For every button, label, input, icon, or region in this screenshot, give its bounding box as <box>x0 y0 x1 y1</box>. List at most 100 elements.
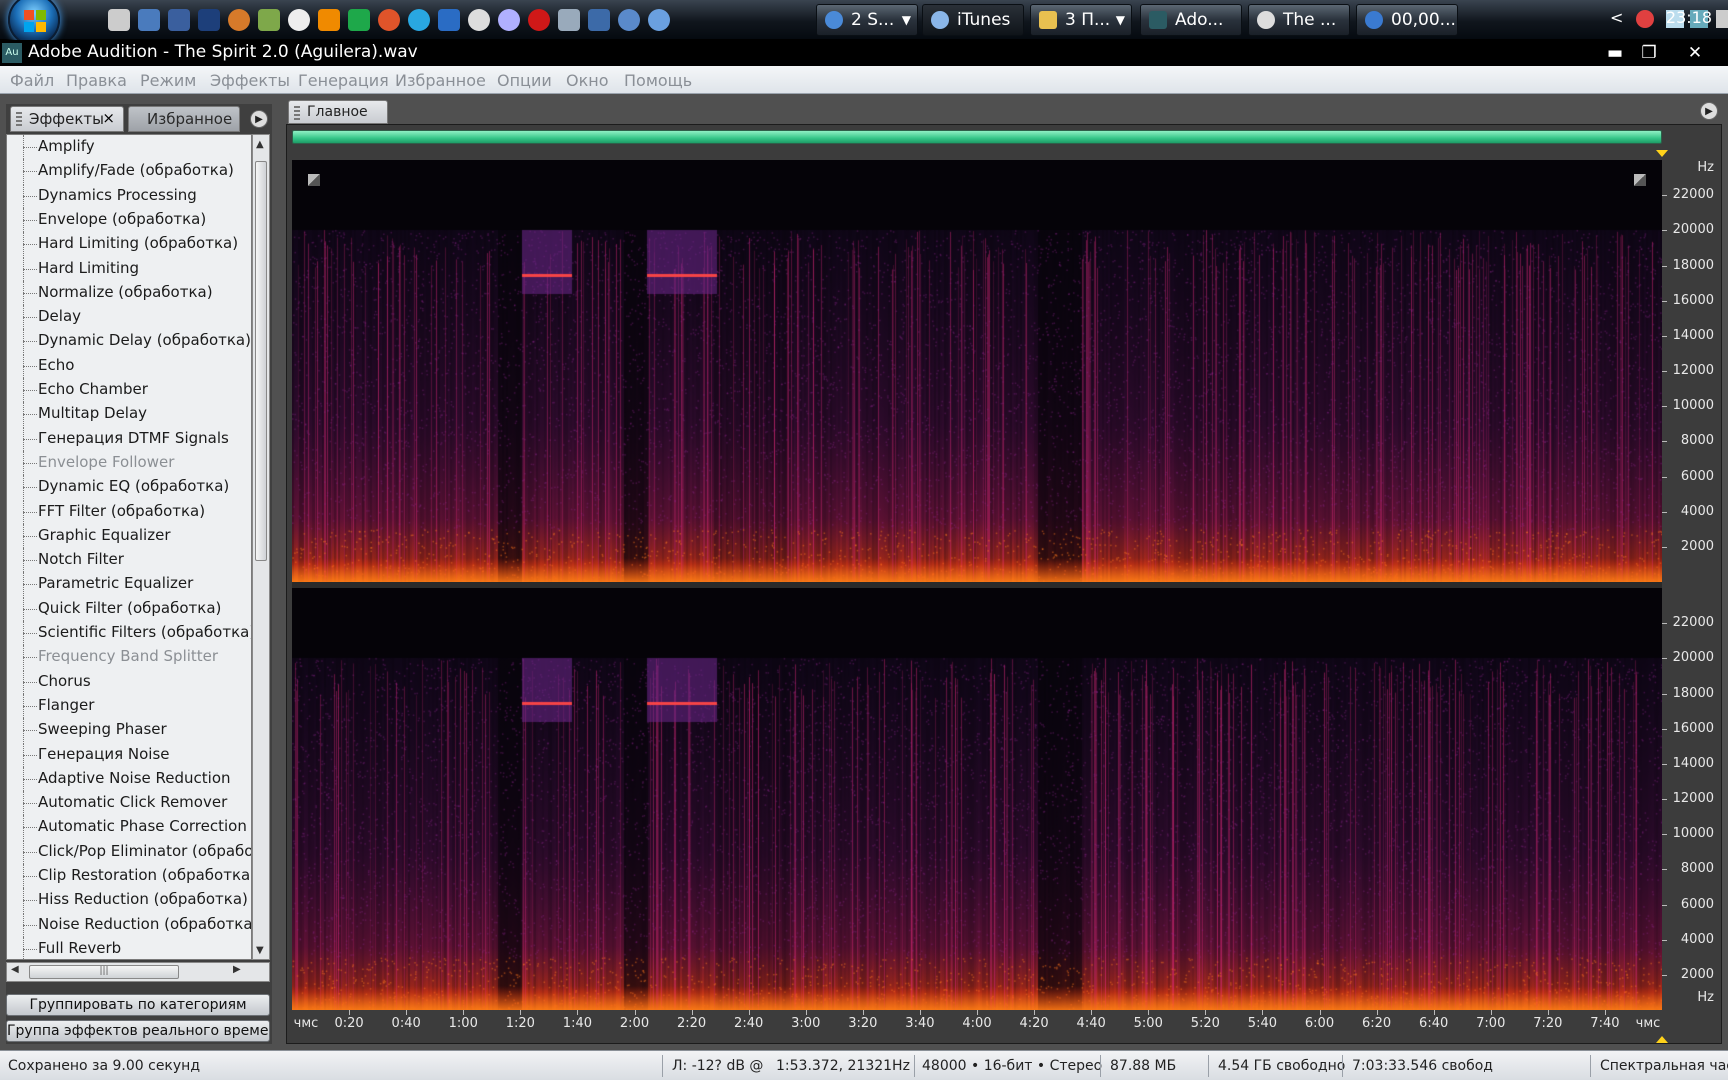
effect-item[interactable]: Notch Filter <box>7 548 251 573</box>
spectrogram-right-channel[interactable] <box>292 588 1662 1010</box>
effect-item[interactable]: Hard Limiting <box>7 256 251 281</box>
minimize-button[interactable]: ▬ <box>1600 42 1630 64</box>
menu-edit[interactable]: Правка <box>66 71 127 90</box>
effect-item[interactable]: Graphic Equalizer <box>7 523 251 548</box>
effect-item[interactable]: Envelope Follower <box>7 450 251 475</box>
effect-item[interactable]: Dynamic Delay (обработка) <box>7 329 251 354</box>
effect-item[interactable]: Noise Reduction (обработка) <box>7 912 251 937</box>
effect-item[interactable]: Echo Chamber <box>7 378 251 402</box>
overview-bar[interactable] <box>292 130 1662 144</box>
effect-item[interactable]: Multitap Delay <box>7 402 251 427</box>
group-by-category-button[interactable]: Группировать по категориям <box>6 994 270 1016</box>
menu-effects[interactable]: Эффекты <box>210 71 290 90</box>
spectrogram-left-channel[interactable] <box>292 160 1662 582</box>
effect-item[interactable]: Amplify <box>7 135 251 159</box>
effect-item[interactable]: Normalize (обработка) <box>7 280 251 305</box>
tray-expand-icon[interactable]: < <box>1610 8 1628 27</box>
menu-help[interactable]: Помощь <box>624 71 692 90</box>
frequency-tick <box>1662 546 1667 548</box>
scroll-left-icon[interactable]: ◀ <box>11 964 19 975</box>
itunes-quicklaunch-icon[interactable] <box>648 9 670 31</box>
corner-handle-icon[interactable] <box>1634 174 1646 186</box>
effect-item[interactable]: Генерация Noise <box>7 742 251 767</box>
effect-item[interactable]: Hard Limiting (обработка) <box>7 232 251 257</box>
tab-favorites[interactable]: Избранное <box>128 106 240 132</box>
eac-icon[interactable] <box>468 9 490 31</box>
effect-item[interactable]: Frequency Band Splitter <box>7 645 251 670</box>
effect-item[interactable]: Генерация DTMF Signals <box>7 426 251 451</box>
quicklaunch-icon-16[interactable] <box>558 9 580 31</box>
tab-effects[interactable]: Эффекты × <box>10 106 124 132</box>
taskbar-button-itunes[interactable]: iTunes <box>922 4 1024 36</box>
quicklaunch-icon-10[interactable] <box>378 9 400 31</box>
menu-file[interactable]: Файл <box>10 71 54 90</box>
effect-item[interactable]: Clip Restoration (обработка) <box>7 864 251 888</box>
close-button[interactable]: ✕ <box>1680 42 1710 64</box>
effect-item[interactable]: Automatic Click Remover <box>7 791 251 816</box>
effect-item[interactable]: Quick Filter (обработка) <box>7 596 251 621</box>
close-icon[interactable]: × <box>102 109 115 127</box>
taskbar-button-audition[interactable]: Ado... <box>1140 4 1242 36</box>
audition-app-icon[interactable]: Au <box>2 43 22 63</box>
maximize-button[interactable]: ❐ <box>1634 42 1664 64</box>
menu-favorites[interactable]: Избранное <box>395 71 486 90</box>
quicklaunch-icon-14[interactable] <box>498 9 520 31</box>
panel-menu-arrow-icon[interactable]: ▶ <box>1700 102 1718 120</box>
effect-item[interactable]: Chorus <box>7 669 251 694</box>
scrollbar-thumb[interactable] <box>255 161 267 561</box>
effect-item[interactable]: Click/Pop Eliminator (обработка) <box>7 839 251 864</box>
effect-item[interactable]: Hiss Reduction (обработка) <box>7 888 251 913</box>
effect-item[interactable]: Delay <box>7 305 251 330</box>
effects-horizontal-scrollbar[interactable]: ◀ ||| ▶ <box>6 962 270 982</box>
scroll-right-icon[interactable]: ▶ <box>233 964 241 975</box>
quicklaunch-icon-5[interactable] <box>228 9 250 31</box>
skype-icon[interactable] <box>408 9 430 31</box>
effect-item[interactable]: Dynamic EQ (обработка) <box>7 475 251 500</box>
scroll-down-icon[interactable]: ▼ <box>256 945 264 956</box>
photoshop-icon[interactable] <box>198 9 220 31</box>
menu-options[interactable]: Опции <box>497 71 552 90</box>
effect-item[interactable]: Amplify/Fade (обработка) <box>7 159 251 184</box>
quicklaunch-icon-12[interactable] <box>438 9 460 31</box>
end-marker-icon[interactable] <box>1656 150 1668 157</box>
menu-window[interactable]: Окно <box>566 71 609 90</box>
effect-item[interactable]: Parametric Equalizer <box>7 572 251 597</box>
quicklaunch-icon-17[interactable] <box>588 9 610 31</box>
quicklaunch-icon-2[interactable] <box>138 9 160 31</box>
time-ruler[interactable]: чмс 0:20 0:40 1:00 1:20 1:40 2:00 2:20 2:40 3:00 3… <box>292 1010 1662 1040</box>
tab-main[interactable]: Главное <box>288 100 388 124</box>
effect-item[interactable]: Dynamics Processing <box>7 183 251 208</box>
volume-icon[interactable] <box>1716 10 1728 28</box>
taskbar-button-3[interactable]: 3 П... ▼ <box>1030 4 1132 36</box>
effects-vertical-scrollbar[interactable]: ▲ ▼ <box>252 134 270 960</box>
realtime-effects-group-button[interactable]: Группа эффектов реального времени <box>6 1020 270 1042</box>
quicklaunch-icon-18[interactable] <box>618 9 640 31</box>
taskbar-button-5[interactable]: The ... <box>1248 4 1350 36</box>
quicklaunch-icon-7[interactable] <box>288 9 310 31</box>
effect-item[interactable]: Envelope (обработка) <box>7 207 251 232</box>
corner-handle-icon[interactable] <box>308 174 320 186</box>
effect-item[interactable]: Adaptive Noise Reduction <box>7 766 251 791</box>
effect-item[interactable]: FFT Filter (обработка) <box>7 499 251 524</box>
scroll-up-icon[interactable]: ▲ <box>256 139 264 150</box>
panel-menu-arrow-icon[interactable]: ▶ <box>250 110 268 128</box>
menu-generate[interactable]: Генерация <box>298 71 389 90</box>
quicklaunch-icon-6[interactable] <box>258 9 280 31</box>
opera-icon[interactable] <box>528 9 550 31</box>
clock[interactable]: 23:18 <box>1666 8 1712 27</box>
tray-alert-icon[interactable] <box>1636 10 1654 28</box>
effect-item[interactable]: Automatic Phase Correction <box>7 815 251 840</box>
effect-item[interactable]: Full Reverb <box>7 936 251 959</box>
quicklaunch-icon-9[interactable] <box>348 9 370 31</box>
quicklaunch-icon-3[interactable] <box>168 9 190 31</box>
taskbar-button-1[interactable]: 2 S... ▼ <box>816 4 918 36</box>
end-marker-icon[interactable] <box>1656 1036 1668 1043</box>
effect-item[interactable]: Flanger <box>7 693 251 718</box>
menu-view[interactable]: Режим <box>140 71 196 90</box>
scrollbar-thumb[interactable]: ||| <box>29 965 179 979</box>
effect-item[interactable]: Sweeping Phaser <box>7 718 251 743</box>
vlc-icon[interactable] <box>318 9 340 31</box>
effect-item[interactable]: Echo <box>7 353 251 378</box>
quicklaunch-icon-1[interactable] <box>108 9 130 31</box>
effect-item[interactable]: Scientific Filters (обработка) <box>7 621 251 645</box>
